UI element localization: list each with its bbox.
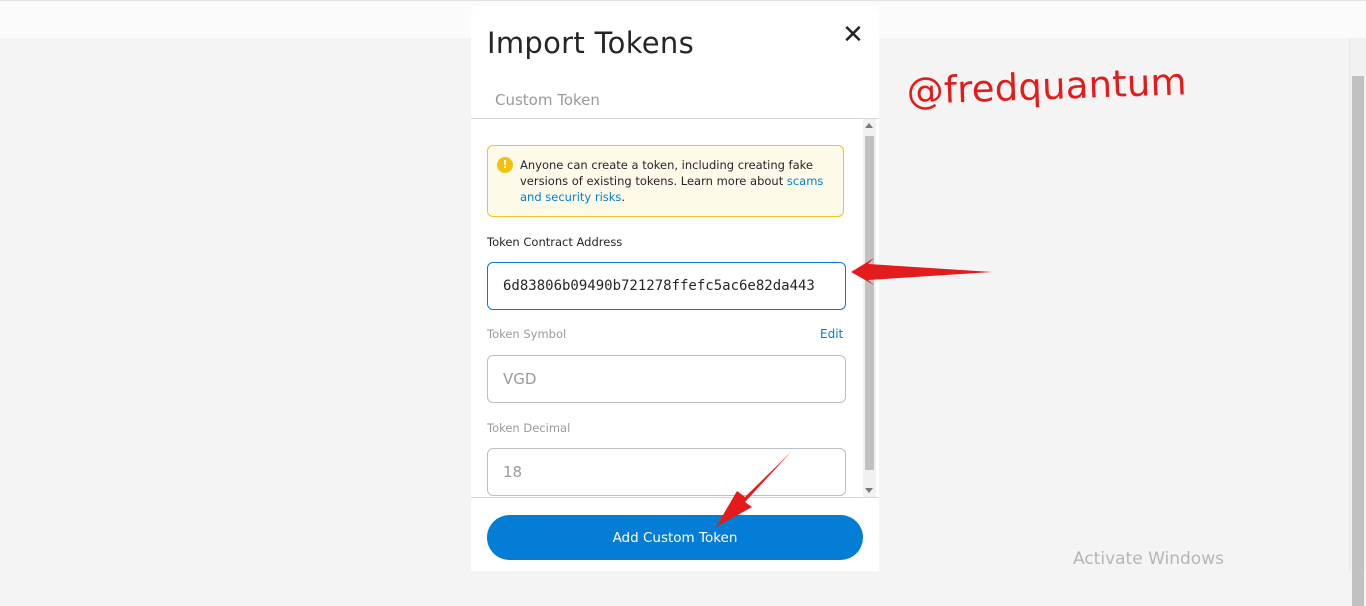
token-symbol-input[interactable] [487, 355, 846, 403]
footer-divider [471, 497, 879, 498]
contract-address-input[interactable] [487, 262, 846, 310]
warning-text: Anyone can create a token, including cre… [520, 157, 830, 205]
token-decimal-input[interactable] [487, 448, 846, 496]
tab-custom-token[interactable]: Custom Token [495, 91, 600, 109]
activate-windows-watermark: Activate Windows [1073, 549, 1224, 569]
page-scrollbar-thumb[interactable] [1352, 76, 1364, 606]
modal-scrollbar-thumb[interactable] [865, 136, 874, 470]
close-icon[interactable]: ✕ [841, 22, 865, 48]
modal-scrollbar[interactable] [863, 119, 876, 497]
info-warning-icon: ! [497, 157, 513, 173]
author-handle-overlay: @fredquantum [906, 60, 1188, 113]
modal-title: Import Tokens [487, 26, 694, 60]
modal-content: ! Anyone can create a token, including c… [471, 119, 879, 497]
scroll-down-arrow-icon[interactable] [865, 488, 873, 493]
warning-banner: ! Anyone can create a token, including c… [487, 145, 844, 217]
add-custom-token-button[interactable]: Add Custom Token [487, 515, 863, 560]
token-decimal-label: Token Decimal [487, 421, 571, 435]
import-tokens-modal: Import Tokens ✕ Custom Token ! Anyone ca… [471, 6, 879, 571]
warning-period: . [621, 190, 626, 204]
page-scrollbar[interactable] [1349, 38, 1366, 606]
edit-symbol-link[interactable]: Edit [820, 327, 843, 341]
contract-address-label: Token Contract Address [487, 235, 623, 249]
scroll-up-arrow-icon[interactable] [865, 123, 873, 128]
warning-message: Anyone can create a token, including cre… [520, 158, 813, 188]
token-symbol-label: Token Symbol [487, 327, 567, 341]
